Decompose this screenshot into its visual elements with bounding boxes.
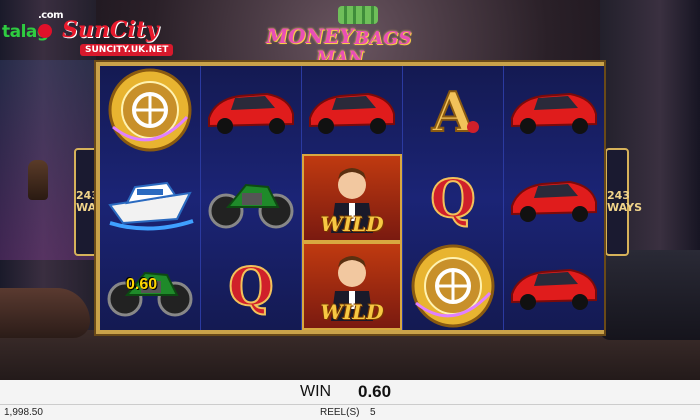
floor: [0, 330, 700, 380]
sofa-decoration: [600, 250, 700, 340]
q-symbol: Q: [403, 154, 503, 242]
title-bags: BAGS: [354, 28, 412, 49]
reels-label: REEL(S): [320, 407, 360, 418]
bar-divider: [0, 404, 700, 405]
wild-man-symbol: WILD: [302, 242, 402, 330]
site-logo: talag .com SunCity SUNCITY.UK.NET: [0, 6, 175, 58]
spider-icon: [38, 24, 52, 38]
wild-label: WILD: [320, 300, 384, 324]
ways-badge-right: 243 WAYS: [605, 148, 642, 256]
motorcycle-symbol: [201, 154, 301, 242]
wild-man-symbol: WILD: [302, 154, 402, 242]
logo-url: SUNCITY.UK.NET: [80, 44, 174, 56]
logo-brand: SunCity: [62, 17, 159, 43]
balance-value: 1,998.50: [4, 407, 43, 418]
red-car-symbol: [504, 154, 604, 242]
red-car-symbol: [201, 66, 301, 154]
coin-vault-symbol: [403, 242, 503, 330]
reel-frame: 0.60 Q WILD WILD A Q: [96, 62, 604, 334]
game-stage: talag .com SunCity SUNCITY.UK.NET MONEY …: [0, 0, 700, 420]
desk-decoration: [0, 288, 90, 338]
ways-label: WAYS: [76, 201, 111, 214]
title-money: MONEY: [266, 24, 354, 48]
reels-value: 5: [370, 407, 376, 418]
vase-decoration: [28, 160, 48, 200]
a-symbol: A: [403, 66, 503, 154]
win-label: WIN: [300, 383, 332, 400]
ways-badge-left: 243 WAYS: [74, 148, 111, 256]
q-symbol: Q: [201, 242, 301, 330]
symbol-win-amount: 0.60: [126, 276, 158, 293]
svg-text:Q: Q: [228, 257, 273, 318]
win-value: 0.60: [358, 382, 392, 401]
logo-com: .com: [38, 10, 64, 21]
red-car-symbol: [504, 66, 604, 154]
yacht-symbol: [100, 154, 200, 242]
svg-text:Q: Q: [430, 169, 475, 230]
coin-vault-symbol: [100, 66, 200, 154]
red-car-symbol: [504, 242, 604, 330]
svg-text:A: A: [431, 80, 475, 144]
wild-label: WILD: [320, 212, 384, 236]
red-car-symbol: [302, 66, 402, 154]
ways-label: WAYS: [607, 201, 642, 214]
